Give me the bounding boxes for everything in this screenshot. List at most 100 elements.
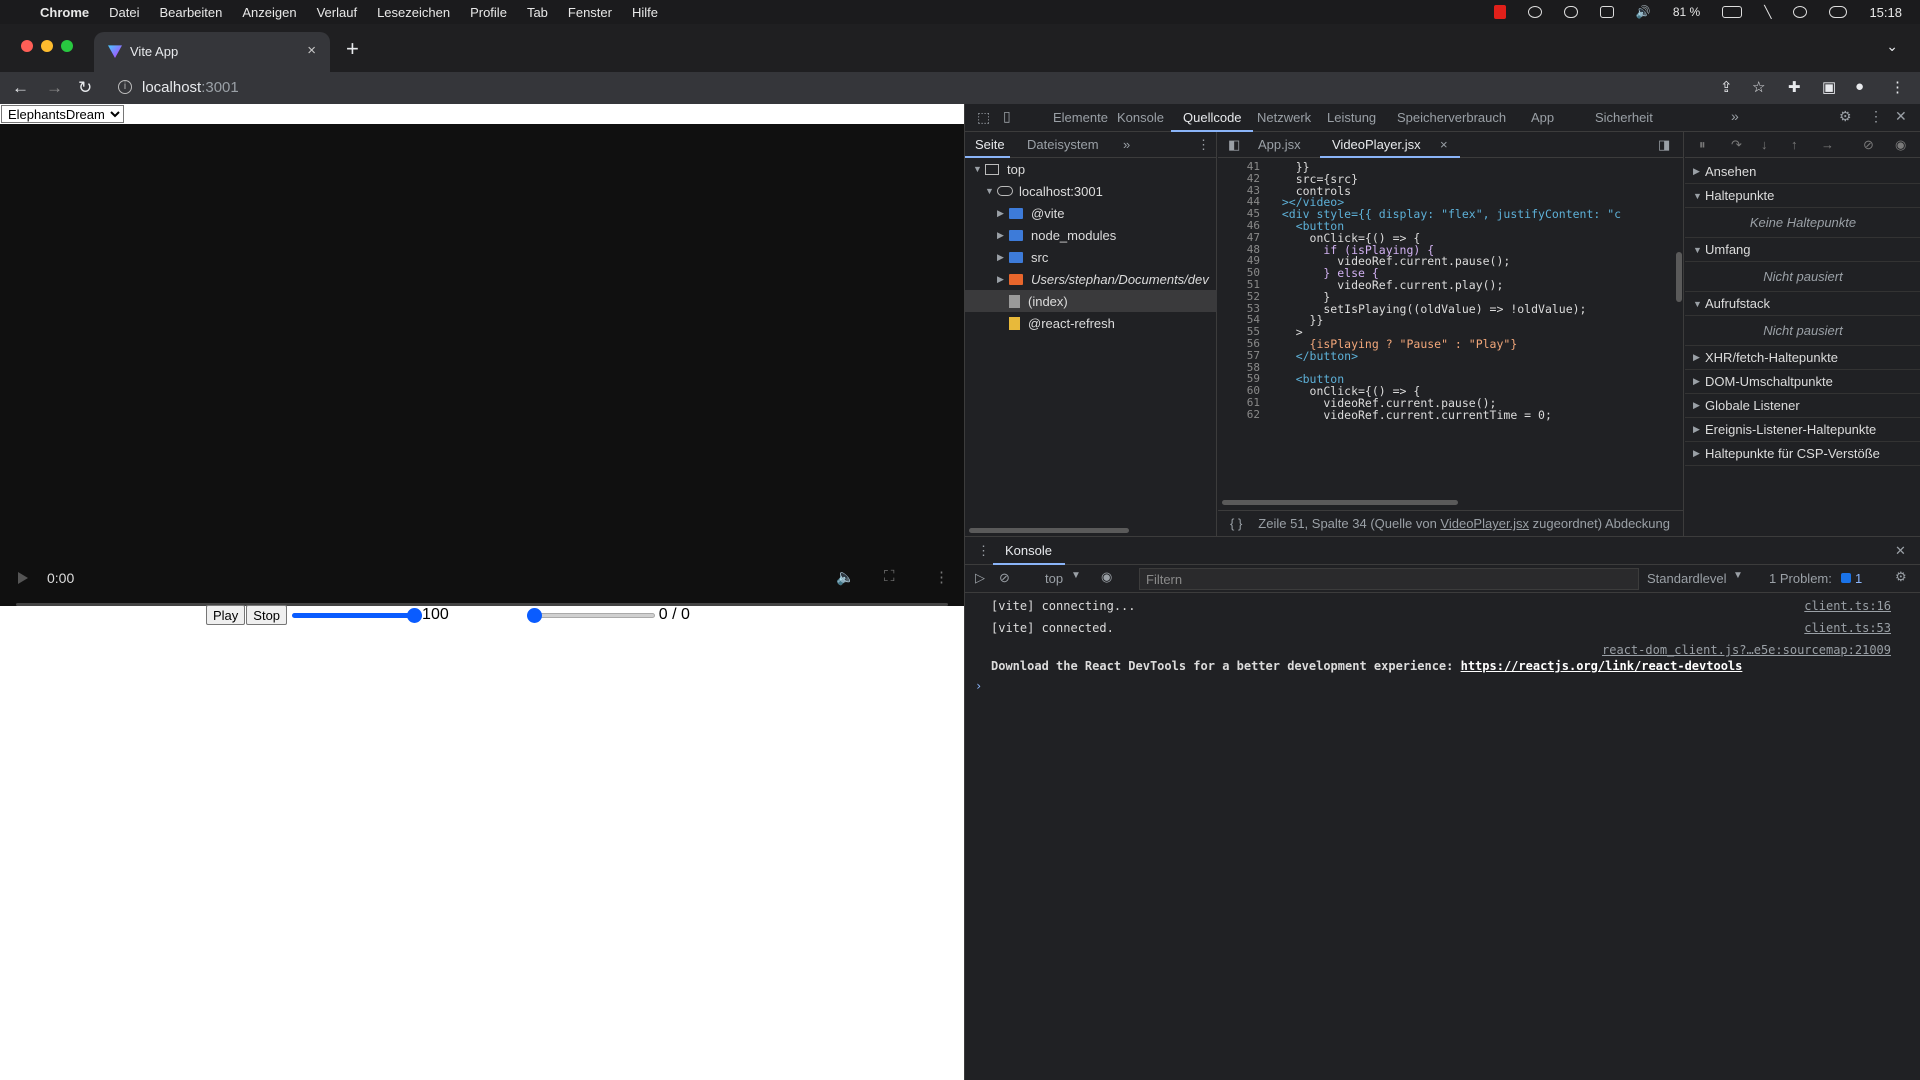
collapsed-chevron-icon[interactable]: ▶ [997,230,1009,241]
volume-icon[interactable]: 🔊 [1636,5,1651,19]
close-tab-icon[interactable]: × [307,42,316,59]
back-icon[interactable]: ← [12,78,29,98]
volume-thumb[interactable] [407,608,423,623]
tree-item[interactable]: ▼ top [965,158,1217,180]
toggle-debugger-icon[interactable]: ◨ [1658,137,1670,153]
tree-item[interactable]: (index) [965,290,1217,312]
devtools-menu-icon[interactable]: ⋮ [1869,108,1883,125]
devtools-tab-leistung[interactable]: Leistung [1327,110,1376,125]
menu-item-datei[interactable]: Datei [109,5,139,20]
debugger-section[interactable]: ▶ Ansehen [1685,160,1920,184]
expanded-chevron-icon[interactable]: ▼ [985,186,997,196]
collapsed-chevron-icon[interactable]: ▶ [997,252,1009,263]
tree-item[interactable]: ▶ node_modules [965,224,1217,246]
tab-page[interactable]: Seite [975,137,1005,152]
control-center-icon[interactable] [1829,6,1848,18]
debugger-section[interactable]: ▶ Ereignis-Listener-Haltepunkte [1685,418,1920,442]
chrome-menu-icon[interactable]: ⋮ [1890,78,1905,96]
debugger-section[interactable]: ▶ DOM-Umschaltpunkte [1685,370,1920,394]
menu-item-chrome[interactable]: Chrome [40,5,89,20]
fullscreen-icon[interactable]: ⛶ [884,568,895,585]
editor-tab-app[interactable]: App.jsx [1258,137,1301,152]
navigator-scrollbar[interactable] [969,528,1129,533]
menu-item-lesezeichen[interactable]: Lesezeichen [377,5,450,20]
share-icon[interactable]: ⇪ [1720,78,1733,96]
menu-item-verlauf[interactable]: Verlauf [317,5,357,20]
settings-icon[interactable]: ⚙ [1839,108,1852,125]
reload-icon[interactable]: ↻ [78,78,92,98]
debugger-section[interactable]: ▼ Umfang [1685,238,1920,262]
tree-item[interactable]: ▶ src [965,246,1217,268]
record-icon[interactable] [1493,5,1506,19]
play-circle-icon[interactable] [1793,6,1808,18]
live-expression-icon[interactable]: ◉ [1101,569,1112,585]
debugger-section[interactable]: ▶ Globale Listener [1685,394,1920,418]
tree-item[interactable]: ▼ localhost:3001 [965,180,1217,202]
step-into-icon[interactable]: ↓ [1761,137,1768,152]
stop-button[interactable]: Stop [246,605,288,625]
source-map-link[interactable]: VideoPlayer.jsx [1440,516,1529,531]
step-icon[interactable]: → [1821,137,1834,152]
new-tab-icon[interactable]: + [346,36,359,62]
menu-item-hilfe[interactable]: Hilfe [632,5,658,20]
console-filter-input[interactable]: Filtern [1139,568,1639,590]
devtools-tab-speicherverbrauch[interactable]: Speicherverbrauch [1397,110,1506,125]
side-panel-icon[interactable]: ▣ [1822,78,1836,96]
pause-icon[interactable]: ⏸ [1699,137,1706,153]
menu-item-anzeigen[interactable]: Anzeigen [242,5,296,20]
maximize-window-button[interactable] [61,40,73,52]
drawer-tab-console[interactable]: Konsole [1005,543,1052,558]
wifi-off-icon[interactable]: ╲ [1764,5,1771,19]
video-select[interactable]: ElephantsDream [1,105,124,123]
seek-slider[interactable] [526,607,655,623]
issues-label[interactable]: 1 Problem: [1769,571,1832,586]
collapsed-chevron-icon[interactable]: ▶ [997,274,1009,285]
video-mute-icon[interactable]: 🔈 [836,568,855,586]
debugger-section[interactable]: ▶ XHR/fetch-Haltepunkte [1685,346,1920,370]
more-tabs-icon[interactable]: » [1731,108,1739,124]
play-button[interactable]: Play [206,605,246,625]
close-window-button[interactable] [21,40,33,52]
devtools-tab-quellcode[interactable]: Quellcode [1183,110,1242,125]
close-devtools-icon[interactable]: ✕ [1895,108,1907,125]
profile-icon[interactable]: ● [1855,78,1864,95]
seek-thumb[interactable] [526,608,542,623]
line-number[interactable]: 62 [1218,408,1260,421]
debugger-section[interactable]: ▼ Aufrufstack [1685,292,1920,316]
debugger-section[interactable]: ▶ Haltepunkte für CSP-Verstöße [1685,442,1920,466]
step-out-icon[interactable]: ↑ [1791,137,1798,152]
close-editor-tab-icon[interactable]: × [1440,137,1448,152]
volume-slider[interactable] [292,607,423,623]
tree-item[interactable]: @react-refresh [965,312,1217,334]
video-more-icon[interactable]: ⋮ [934,568,949,586]
site-info-icon[interactable]: i [118,80,132,94]
drawer-menu-icon[interactable]: ⋮ [977,543,990,559]
device-toolbar-icon[interactable]: ▯ [1003,108,1011,125]
devtools-tab-app[interactable]: App [1531,110,1554,125]
deactivate-breakpoints-icon[interactable]: ⊘ [1863,137,1874,153]
toggle-navigator-icon[interactable]: ◧ [1228,137,1240,153]
log-level-select[interactable]: Standardlevel [1647,571,1727,586]
video-player[interactable]: 0:00 🔈 ⛶ ⋮ [0,124,964,606]
console-settings-icon[interactable]: ⚙ [1895,569,1907,585]
menu-item-tab[interactable]: Tab [527,5,548,20]
menu-item-fenster[interactable]: Fenster [568,5,612,20]
pause-exceptions-icon[interactable]: ◉ [1895,137,1906,153]
clear-console-icon[interactable]: ⊘ [999,570,1010,586]
tab-filesystem[interactable]: Dateisystem [1027,137,1099,152]
devtools-tab-netzwerk[interactable]: Netzwerk [1257,110,1311,125]
address-bar[interactable]: i localhost:3001 [106,74,1706,102]
editor-hscrollbar[interactable] [1222,500,1458,505]
collapsed-chevron-icon[interactable]: ▶ [997,208,1009,219]
display-icon[interactable] [1599,6,1614,18]
minimize-window-button[interactable] [41,40,53,52]
video-play-icon[interactable] [18,572,28,584]
pretty-print-icon[interactable]: { } [1230,516,1242,531]
forward-icon[interactable]: → [46,78,63,98]
menu-item-profile[interactable]: Profile [470,5,507,20]
status-icon[interactable] [1527,6,1542,18]
battery-icon[interactable] [1722,6,1743,18]
console-source-link[interactable]: client.ts:16 [1804,599,1891,613]
tree-item[interactable]: ▶ Users/stephan/Documents/dev [965,268,1217,290]
console-source-link[interactable]: client.ts:53 [1804,621,1891,635]
